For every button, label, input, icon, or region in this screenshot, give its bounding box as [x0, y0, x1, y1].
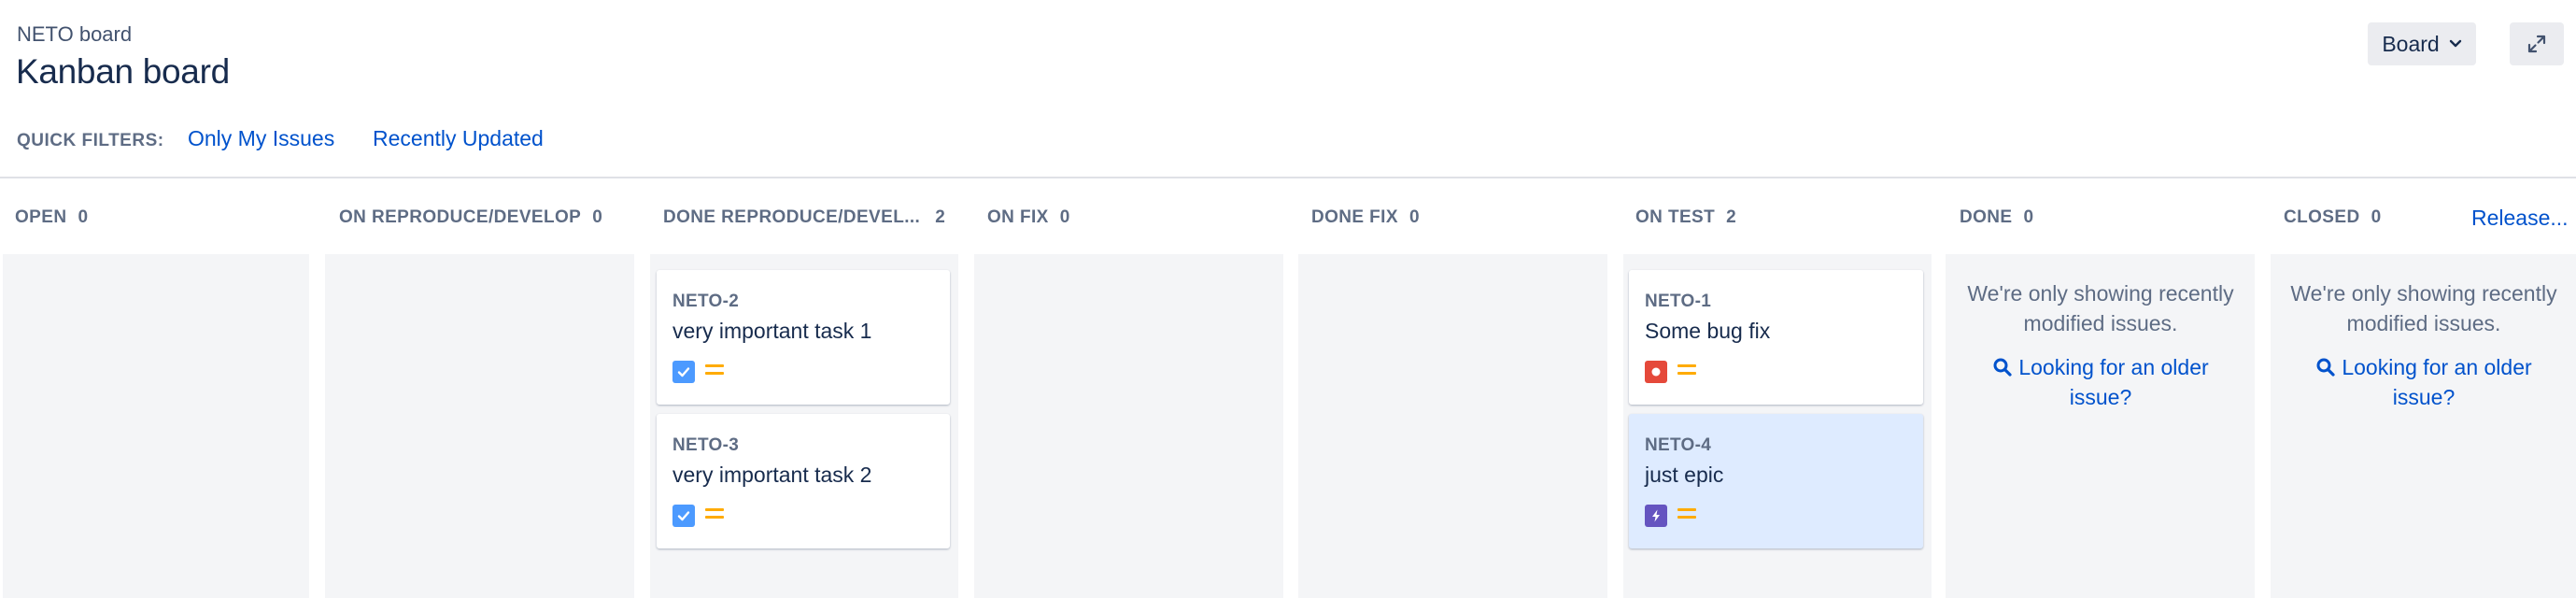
- board-header: NETO board Kanban board QUICK FILTERS: O…: [0, 0, 2576, 178]
- column-count: 0: [1408, 207, 1420, 227]
- column-header-done-fix: DONE FIX 0: [1311, 207, 1420, 228]
- issue-key: NETO-3: [672, 435, 740, 455]
- column-count: 0: [592, 207, 603, 227]
- column-open: [3, 254, 309, 598]
- column-name: DONE: [1960, 207, 2013, 227]
- issue-key: NETO-4: [1645, 435, 1712, 455]
- bug-icon: [1645, 361, 1667, 383]
- column-header-on-test: ON TEST 2: [1635, 207, 1736, 228]
- column-count: 2: [935, 207, 946, 227]
- task-icon: [672, 361, 695, 383]
- project-name: NETO board: [17, 22, 133, 46]
- column-on-fix: [974, 254, 1283, 598]
- column-name: ON REPRODUCE/DEVELOP: [339, 207, 582, 227]
- column-done-fix: [1298, 254, 1607, 598]
- header-divider: [0, 177, 2576, 178]
- older-issue-link-label: Looking for an older issue?: [2342, 355, 2532, 409]
- expand-icon: [2527, 35, 2546, 53]
- column-name: DONE REPRODUCE/DEVEL...: [663, 207, 921, 227]
- expand-button[interactable]: [2510, 22, 2564, 65]
- priority-medium-icon: [705, 508, 724, 521]
- done-empty-message: We're only showing recently modified iss…: [1967, 281, 2234, 335]
- issue-key: NETO-2: [672, 292, 740, 311]
- column-count: 0: [1059, 207, 1070, 227]
- issue-key: NETO-1: [1645, 292, 1712, 311]
- board-select-button[interactable]: Board: [2368, 22, 2476, 65]
- board-button-label: Board: [2382, 31, 2440, 56]
- issue-summary: very important task 1: [672, 319, 872, 343]
- quick-filter-only-my-issues[interactable]: Only My Issues: [188, 126, 334, 151]
- closed-older-issue-link[interactable]: Looking for an older issue?: [2301, 352, 2546, 412]
- task-icon: [672, 505, 695, 527]
- issue-card-selected[interactable]: NETO-4 just epic: [1629, 414, 1923, 548]
- column-count: 0: [2023, 207, 2034, 227]
- closed-empty-message: We're only showing recently modified iss…: [2290, 281, 2557, 335]
- column-count: 2: [1726, 207, 1737, 227]
- column-name: OPEN: [15, 207, 67, 227]
- done-older-issue-link[interactable]: Looking for an older issue?: [1978, 352, 2223, 412]
- priority-medium-icon: [1677, 508, 1696, 521]
- column-header-on-fix: ON FIX 0: [987, 207, 1070, 228]
- column-header-on-reproduce-develop: ON REPRODUCE/DEVELOP 0: [339, 207, 602, 228]
- epic-icon: [1645, 505, 1667, 527]
- priority-medium-icon: [1677, 364, 1696, 377]
- issue-summary: Some bug fix: [1645, 319, 1771, 343]
- issue-summary: just epic: [1645, 463, 1724, 487]
- release-link[interactable]: Release...: [2471, 206, 2569, 231]
- column-on-reproduce-develop: [325, 254, 634, 598]
- issue-card[interactable]: NETO-2 very important task 1: [657, 270, 950, 405]
- search-icon: [2316, 358, 2335, 377]
- issue-card[interactable]: NETO-1 Some bug fix: [1629, 270, 1923, 405]
- column-name: DONE FIX: [1311, 207, 1398, 227]
- page-title: Kanban board: [16, 52, 230, 91]
- search-icon: [1993, 358, 2012, 377]
- priority-medium-icon: [705, 364, 724, 377]
- column-header-done: DONE 0: [1960, 207, 2033, 228]
- column-name: ON FIX: [987, 207, 1049, 227]
- column-name: CLOSED: [2284, 207, 2360, 227]
- quick-filters-label: QUICK FILTERS:: [17, 131, 164, 150]
- chevron-down-icon: [2449, 39, 2461, 48]
- column-name: ON TEST: [1635, 207, 1716, 227]
- column-header-done-reproduce-develop: DONE REPRODUCE/DEVEL... 2: [663, 207, 945, 228]
- issue-card[interactable]: NETO-3 very important task 2: [657, 414, 950, 548]
- issue-summary: very important task 2: [672, 463, 872, 487]
- column-count: 0: [78, 207, 89, 227]
- column-header-open: OPEN 0: [15, 207, 88, 228]
- column-header-closed: CLOSED 0: [2284, 207, 2382, 228]
- quick-filter-recently-updated[interactable]: Recently Updated: [373, 126, 544, 151]
- older-issue-link-label: Looking for an older issue?: [2018, 355, 2209, 409]
- column-count: 0: [2371, 207, 2382, 227]
